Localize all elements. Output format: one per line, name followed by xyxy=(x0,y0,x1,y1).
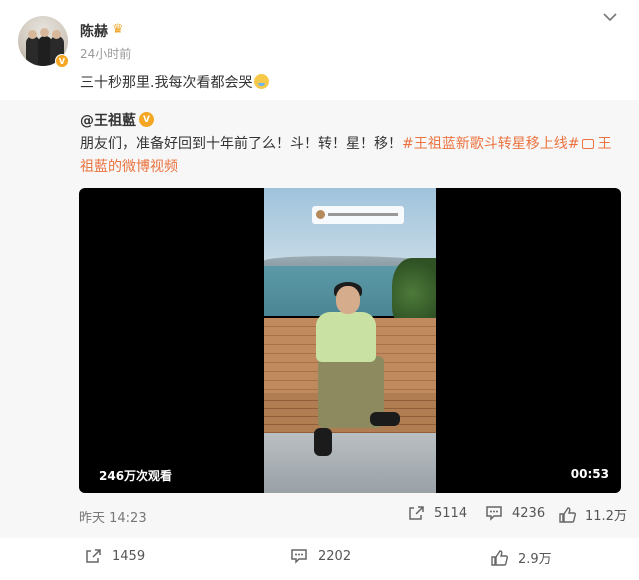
like-button[interactable]: 2.9万 xyxy=(491,548,552,567)
repost-button[interactable]: 1459 xyxy=(85,548,145,564)
comment-icon xyxy=(291,549,307,564)
crying-laughing-emoji-icon xyxy=(254,74,270,89)
like-button-count: 2.9万 xyxy=(518,552,552,567)
comment-button[interactable]: 2202 xyxy=(290,548,351,564)
hashtag-link[interactable]: #王祖蓝新歌斗转星移上线# xyxy=(402,136,579,152)
like-count: 11.2万 xyxy=(585,509,627,524)
share-icon xyxy=(409,506,424,520)
video-camera-icon xyxy=(582,139,595,149)
comment-count: 4236 xyxy=(512,505,546,521)
repost-count: 5114 xyxy=(434,505,468,521)
post-text-content: 三十秒那里.我每次看都会哭 xyxy=(80,75,253,91)
comment-icon xyxy=(486,506,502,521)
crown-icon: ♛ xyxy=(112,22,124,37)
video-thumbnail xyxy=(264,188,436,493)
post-header: V 陈赫 ♛ 24小时前 三十秒那里.我每次看都会哭 xyxy=(0,0,639,100)
comment-count-button[interactable]: 4236 xyxy=(485,505,545,521)
video-duration: 00:53 xyxy=(570,467,609,481)
repost-card: @王祖藍 V 朋友们，准备好回到十年前了么！斗！转！星！移！#王祖蓝新歌斗转星移… xyxy=(0,100,639,538)
thumbs-up-icon xyxy=(491,549,508,566)
repost-author[interactable]: @王祖藍 xyxy=(80,110,136,130)
timestamp[interactable]: 24小时前 xyxy=(80,45,131,62)
post-text: 三十秒那里.我每次看都会哭 xyxy=(80,72,270,92)
repost-count-button[interactable]: 5114 xyxy=(408,505,467,521)
comment-button-count: 2202 xyxy=(318,548,352,564)
username[interactable]: 陈赫 xyxy=(80,21,108,41)
thumbs-up-icon xyxy=(559,506,576,523)
repost-button-count: 1459 xyxy=(112,548,146,564)
video-view-count: 246万次观看 xyxy=(99,469,173,483)
verified-badge-icon: V xyxy=(55,54,69,68)
repost-footer: 昨天 14:23 5114 4236 11.2万 xyxy=(0,502,639,528)
verified-badge-icon: V xyxy=(139,112,154,127)
repost-time[interactable]: 昨天 14:23 xyxy=(79,507,147,526)
video-player[interactable]: 246万次观看 00:53 xyxy=(79,188,621,493)
repost-text: 朋友们，准备好回到十年前了么！斗！转！星！移！#王祖蓝新歌斗转星移上线# 王祖藍的… xyxy=(80,133,620,179)
action-bar: 1459 2202 2.9万 xyxy=(0,542,639,580)
repost-text-content: 朋友们，准备好回到十年前了么！斗！转！星！移！ xyxy=(80,136,402,152)
share-icon xyxy=(86,549,101,563)
like-count-button[interactable]: 11.2万 xyxy=(559,505,627,524)
chevron-down-icon[interactable] xyxy=(603,10,617,26)
